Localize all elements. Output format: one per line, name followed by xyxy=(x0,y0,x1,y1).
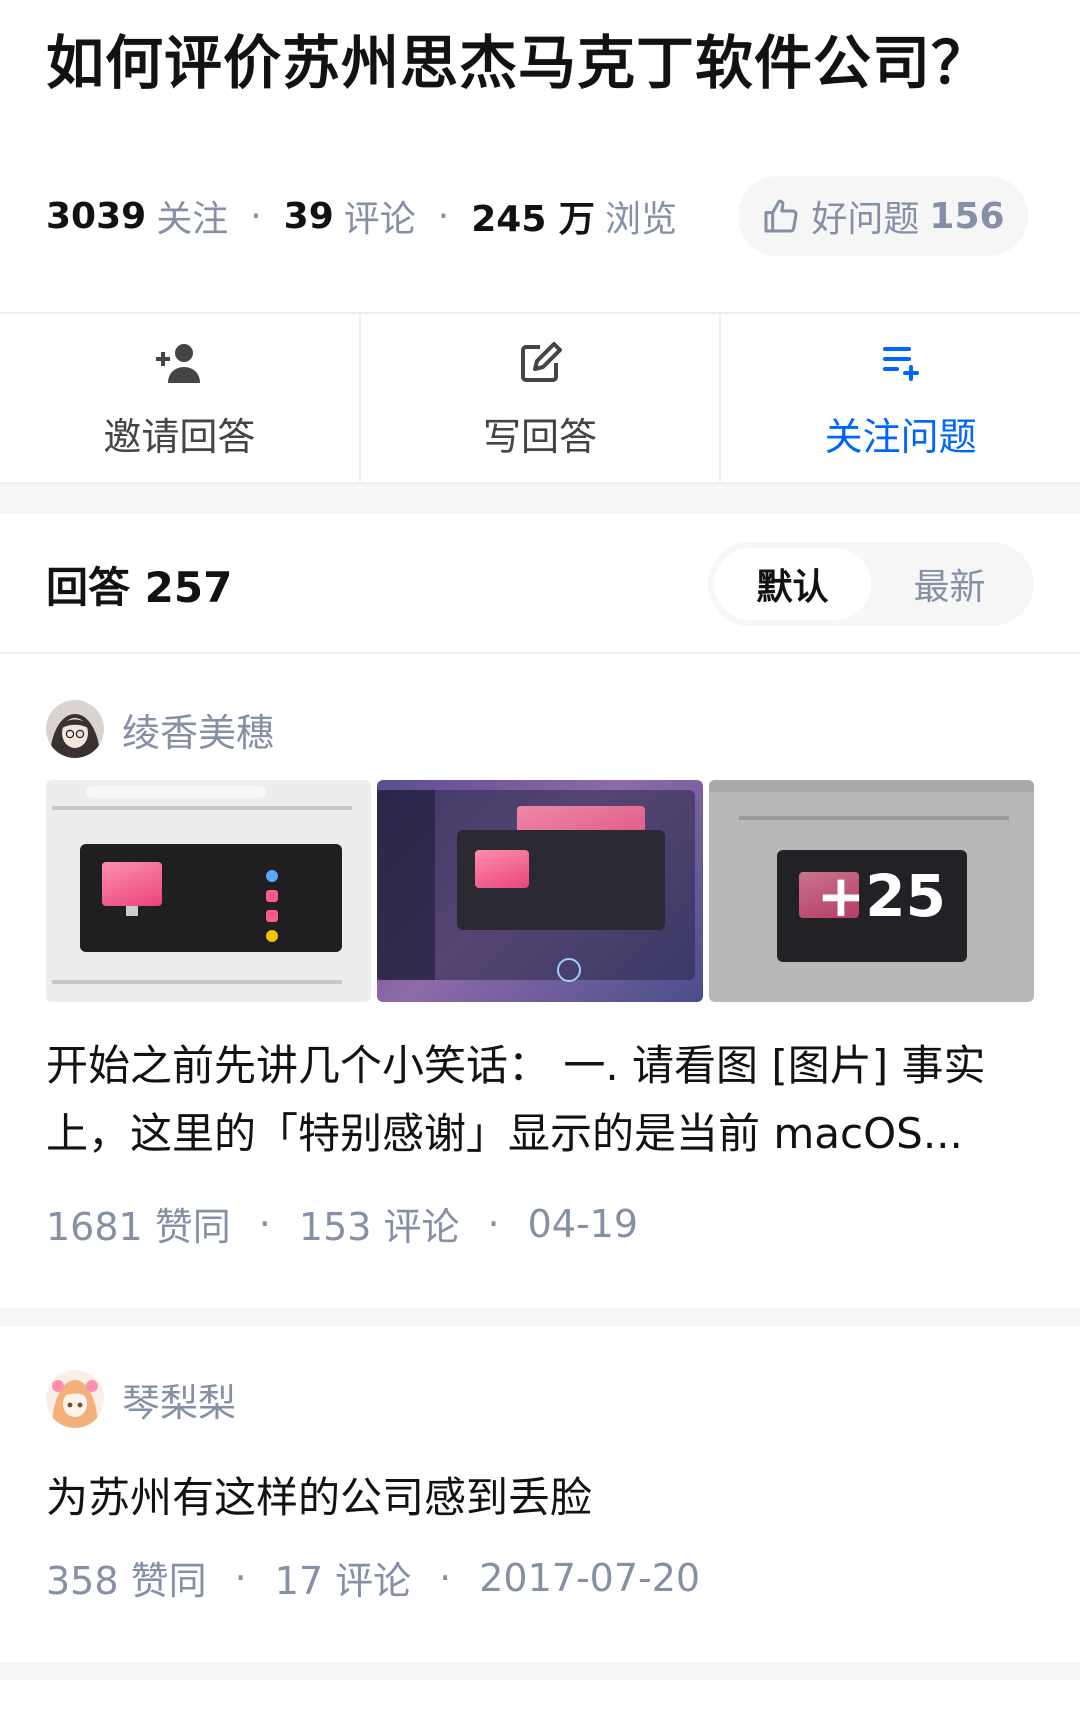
answer-likes: 358 赞同 xyxy=(46,1559,207,1603)
separator-dot: · xyxy=(487,1201,500,1246)
good-question-label: 好问题 xyxy=(811,199,920,240)
answer-meta: 358 赞同 · 17 评论 · 2017-07-20 xyxy=(46,1550,700,1605)
write-answer-label: 写回答 xyxy=(483,414,598,459)
avatar[interactable] xyxy=(46,1370,104,1428)
sort-default-tab[interactable]: 默认 xyxy=(714,548,871,620)
avatar[interactable] xyxy=(46,700,104,758)
sort-toggle: 默认 最新 xyxy=(708,542,1034,626)
good-question-count: 156 xyxy=(929,195,1005,237)
thumbs-up-icon xyxy=(764,199,798,233)
section-divider xyxy=(0,1662,1080,1680)
answer-excerpt[interactable]: 开始之前先讲几个小笑话： 一. 请看图 [图片] 事实上，这里的「特别感谢」显示… xyxy=(46,1032,1036,1168)
answer-likes: 1681 赞同 xyxy=(46,1205,231,1249)
answer-comments[interactable]: 17 评论 xyxy=(275,1550,411,1605)
separator-dot: · xyxy=(437,195,450,237)
answer-image[interactable] xyxy=(46,780,372,1002)
answer-date: 2017-07-20 xyxy=(479,1555,701,1600)
add-list-icon xyxy=(882,346,919,381)
answer-date: 04-19 xyxy=(527,1201,639,1246)
more-images-count: +25 xyxy=(816,862,946,930)
view-label: 浏览 xyxy=(604,199,677,240)
answer-author[interactable]: 绫香美穗 xyxy=(46,700,274,758)
follow-label: 关注 xyxy=(156,199,229,240)
comment-label[interactable]: 评论 xyxy=(344,190,416,242)
answer-image[interactable] xyxy=(377,780,703,1002)
section-divider xyxy=(0,484,1080,514)
add-user-icon xyxy=(156,343,201,383)
separator-dot: · xyxy=(258,1201,271,1246)
answer-image[interactable]: +25 xyxy=(708,780,1034,1002)
separator-dot: · xyxy=(234,1555,247,1600)
invite-answer-button[interactable]: 邀请回答 xyxy=(0,314,361,482)
follow-count: 3039 xyxy=(46,195,147,237)
action-bar: 邀请回答 写回答 关注问题 xyxy=(0,312,1080,484)
answer-image-strip: +25 xyxy=(46,780,1034,1002)
section-divider xyxy=(0,1308,1080,1326)
answers-count: 回答 257 xyxy=(46,563,233,612)
separator-dot: · xyxy=(439,1555,452,1600)
answer-excerpt[interactable]: 为苏州有这样的公司感到丢脸 xyxy=(46,1464,592,1525)
author-name[interactable]: 绫香美穗 xyxy=(122,702,274,757)
separator-dot: · xyxy=(250,195,262,237)
question-stats: 3039 关注 · 39 评论 · 245 万 浏览 xyxy=(46,186,677,246)
follow-question-label: 关注问题 xyxy=(824,414,977,459)
follow-question-button[interactable]: 关注问题 xyxy=(721,314,1080,482)
sort-latest-tab[interactable]: 最新 xyxy=(871,548,1028,620)
answer-comments[interactable]: 153 评论 xyxy=(299,1196,460,1251)
comment-count[interactable]: 39 xyxy=(284,196,334,237)
answer-author[interactable]: 琴梨梨 xyxy=(46,1370,236,1428)
good-question-button[interactable]: 好问题 156 xyxy=(738,176,1028,256)
author-name[interactable]: 琴梨梨 xyxy=(122,1372,236,1427)
question-title: 如何评价苏州思杰马克丁软件公司？ xyxy=(46,29,991,97)
invite-answer-label: 邀请回答 xyxy=(103,414,256,459)
answers-header: 回答 257 默认 最新 xyxy=(0,514,1080,654)
answer-meta: 1681 赞同 · 153 评论 · 04-19 xyxy=(46,1196,638,1251)
edit-icon xyxy=(521,341,562,382)
write-answer-button[interactable]: 写回答 xyxy=(361,314,722,482)
view-count: 245 万 xyxy=(471,199,595,240)
